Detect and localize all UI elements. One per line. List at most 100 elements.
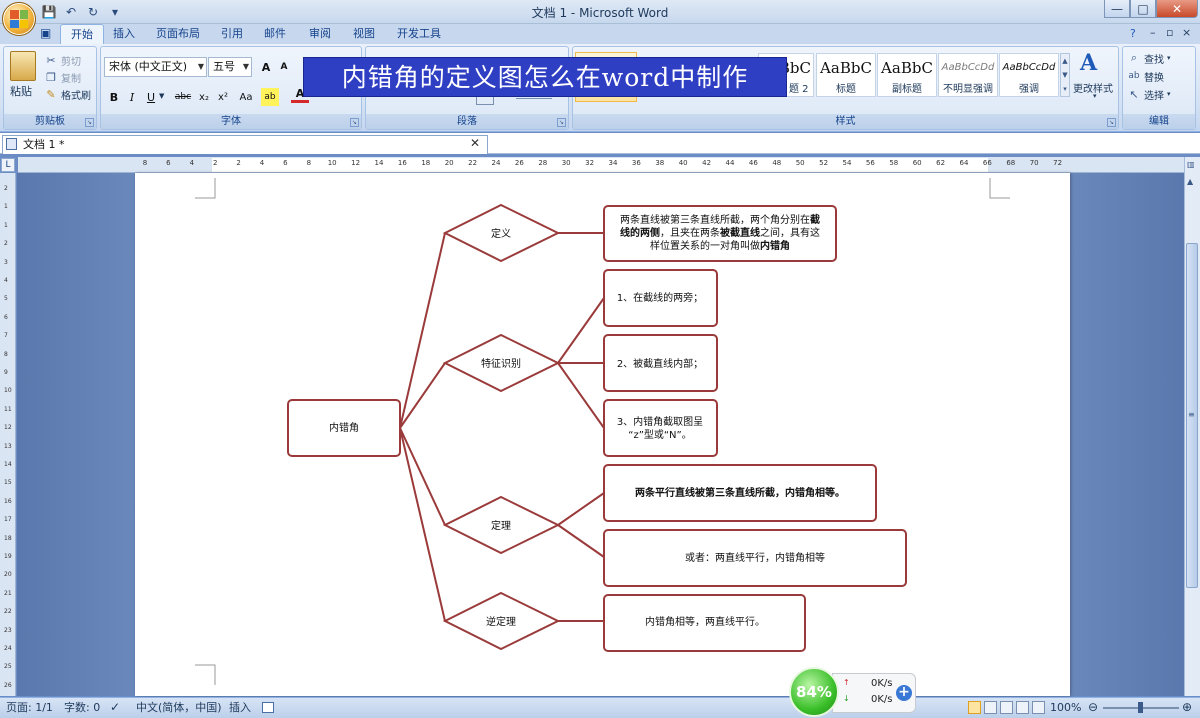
italic-button[interactable]: I <box>123 88 141 106</box>
doc-restore-icon[interactable]: ▫ <box>1166 26 1173 39</box>
web-layout-icon[interactable] <box>1000 701 1013 714</box>
tab-home[interactable]: 开始 <box>60 24 104 44</box>
dialog-launcher-icon[interactable]: ↘ <box>1107 118 1116 127</box>
style-title[interactable]: AaBbC 标题 <box>816 53 876 97</box>
macro-record-icon[interactable] <box>262 702 274 713</box>
bold-button[interactable]: B <box>105 88 123 106</box>
strikethrough-button[interactable]: abc <box>171 88 195 106</box>
underline-button[interactable]: U <box>142 88 160 106</box>
ruler-tick-label: 8 <box>306 159 312 167</box>
format-painter-button[interactable]: ✎ 格式刷 <box>44 85 91 103</box>
subscript-button[interactable]: x₂ <box>195 88 213 106</box>
find-label: 查找 <box>1144 54 1164 66</box>
format-painter-label: 格式刷 <box>61 90 91 102</box>
style-subtle-emphasis[interactable]: AaBbCcDd 不明显强调 <box>938 53 998 97</box>
text-run: 两条直线被第三条直线所截，两个角分别在 <box>620 213 810 226</box>
group-label: 编辑 <box>1123 114 1195 129</box>
connector <box>557 362 605 429</box>
ruler-tick-label: 10 <box>327 159 337 167</box>
ruler-tick-label: 26 <box>514 159 524 167</box>
font-size-select[interactable]: 五号 ▼ <box>208 57 252 77</box>
dialog-launcher-icon[interactable]: ↘ <box>85 118 94 127</box>
scroll-up-icon[interactable]: ▲ <box>1187 177 1193 186</box>
chevron-down-icon[interactable]: ▼ <box>159 92 164 100</box>
zoom-in-icon[interactable]: ⊕ <box>1182 700 1192 714</box>
zoom-slider-thumb[interactable] <box>1138 702 1143 713</box>
page-count[interactable]: 页面: 1/1 <box>6 700 53 715</box>
text-run: ，且夹在两条 <box>660 226 720 239</box>
style-name: 不明显强调 <box>943 84 993 95</box>
ruler-tick-label: 2 <box>4 185 8 192</box>
select-button[interactable]: ↖ 选择 ▾ <box>1127 85 1171 103</box>
tab-mailings[interactable]: 邮件 <box>254 24 296 44</box>
tab-review[interactable]: 审阅 <box>299 24 341 44</box>
ruler-toggle-icon[interactable]: ▥ <box>1187 160 1195 169</box>
ruler-tick-label: 15 <box>4 479 12 487</box>
style-emphasis[interactable]: AaBbCcDd 强调 <box>999 53 1059 97</box>
word-count[interactable]: 字数: 0 <box>64 700 100 715</box>
outline-icon[interactable] <box>1016 701 1029 714</box>
ruler-tick-label: 6 <box>166 159 171 167</box>
tab-page-layout[interactable]: 页面布局 <box>146 24 210 44</box>
theorem-text-2: 或者：两直线平行，内错角相等 <box>685 551 825 564</box>
chevron-down-icon: ▾ <box>1167 54 1171 62</box>
feature-box-3[interactable] <box>603 399 718 457</box>
highlight-button[interactable]: ab <box>261 88 279 106</box>
font-size-value: 五号 <box>213 60 235 73</box>
proofing-icon[interactable]: ✓ <box>110 700 120 715</box>
definition-line-2: 线的两侧，且夹在两条被截直线之间，具有这 <box>620 226 820 239</box>
superscript-button[interactable]: x² <box>214 88 232 106</box>
chevron-down-icon[interactable]: ▾ <box>1093 92 1097 100</box>
connector <box>557 524 605 558</box>
office-button[interactable] <box>2 2 36 36</box>
full-screen-icon[interactable] <box>984 701 997 714</box>
chevron-down-icon: ▾ <box>1167 90 1171 98</box>
tab-developer[interactable]: 开发工具 <box>387 24 451 44</box>
close-icon[interactable]: ✕ <box>470 136 480 150</box>
ruler-tick-label: 8 <box>142 159 148 167</box>
replace-button[interactable]: ab 替换 <box>1127 67 1164 85</box>
language-status[interactable]: 中文(简体，中国) <box>136 700 222 715</box>
paste-button[interactable]: 粘贴 <box>10 83 32 99</box>
change-case-button[interactable]: Aa <box>235 88 257 106</box>
style-subtitle[interactable]: AaBbC 副标题 <box>877 53 937 97</box>
memory-usage-ball[interactable]: 84% <box>789 667 839 717</box>
group-editing: ⌕ 查找 ▾ ab 替换 ↖ 选择 ▾ 编辑 <box>1122 46 1196 130</box>
ruler-tick-label: 1 <box>4 203 8 211</box>
feature-text-2: 2、被截直线内部； <box>617 357 703 370</box>
tab-references[interactable]: 引用 <box>211 24 253 44</box>
connector <box>557 492 605 526</box>
doc-minimize-icon[interactable]: – <box>1150 26 1156 39</box>
shrink-font-button[interactable]: A <box>275 58 293 76</box>
office-menu-small-icon[interactable]: ▣ <box>40 26 56 42</box>
ruler-tick-label: 16 <box>397 159 407 167</box>
download-arrow-icon: ↓ <box>843 694 850 703</box>
ruler-tick-label: 40 <box>678 159 688 167</box>
plus-icon[interactable]: + <box>896 685 912 701</box>
grow-font-button[interactable]: A <box>257 58 275 76</box>
help-icon[interactable]: ? <box>1130 27 1136 40</box>
tab-selector[interactable]: L <box>1 158 15 172</box>
definition-line-1: 两条直线被第三条直线所截，两个角分别在截 <box>620 213 820 226</box>
print-layout-icon[interactable] <box>968 701 981 714</box>
cut-button[interactable]: ✂ 剪切 <box>44 51 81 69</box>
tab-insert[interactable]: 插入 <box>103 24 145 44</box>
paste-icon[interactable] <box>10 51 36 81</box>
change-styles-icon[interactable]: A <box>1080 50 1097 76</box>
maximize-button[interactable]: □ <box>1130 0 1156 18</box>
dialog-launcher-icon[interactable]: ↘ <box>350 118 359 127</box>
tab-view[interactable]: 视图 <box>343 24 385 44</box>
copy-button[interactable]: ❐ 复制 <box>44 68 81 86</box>
zoom-out-icon[interactable]: ⊖ <box>1088 700 1098 714</box>
find-button[interactable]: ⌕ 查找 ▾ <box>1127 49 1171 67</box>
dialog-launcher-icon[interactable]: ↘ <box>557 118 566 127</box>
document-tab[interactable]: 文档 1 * <box>2 135 488 154</box>
doc-close-icon[interactable]: × <box>1182 26 1191 39</box>
close-button[interactable]: ✕ <box>1156 0 1198 18</box>
insert-mode[interactable]: 插入 <box>229 700 251 715</box>
zoom-level[interactable]: 100% <box>1050 700 1081 715</box>
style-gallery-scroll[interactable]: ▲ ▼ ▾ <box>1060 53 1070 97</box>
draft-icon[interactable] <box>1032 701 1045 714</box>
font-family-select[interactable]: 宋体 (中文正文) ▼ <box>104 57 207 77</box>
minimize-button[interactable]: — <box>1104 0 1130 18</box>
